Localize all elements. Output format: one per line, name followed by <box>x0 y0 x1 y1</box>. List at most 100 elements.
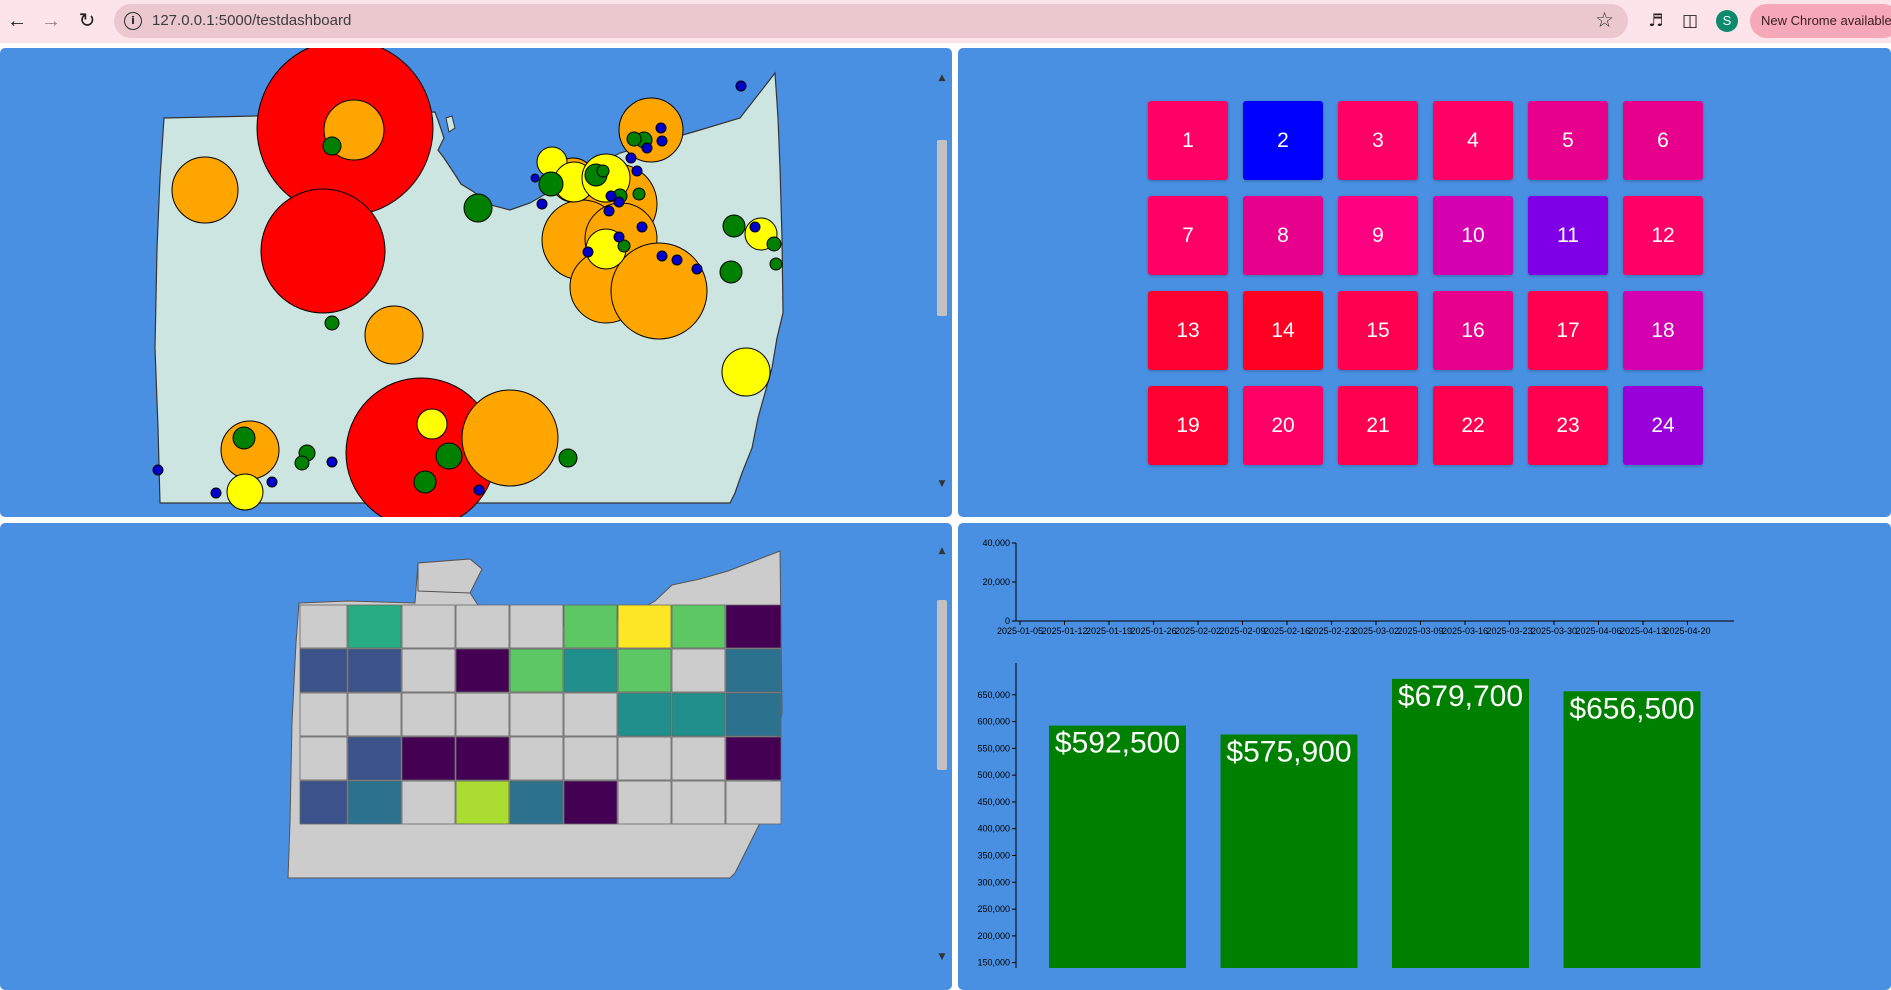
county-shape[interactable] <box>725 736 782 781</box>
address-bar[interactable]: i 127.0.0.1:5000/testdashboard ☆ <box>114 4 1628 38</box>
bubble-marker[interactable] <box>769 257 783 271</box>
bubble-marker[interactable] <box>473 484 485 496</box>
tile-19[interactable]: 19 <box>1148 386 1228 465</box>
county-shape[interactable] <box>299 648 348 693</box>
bubble-marker[interactable] <box>749 221 761 233</box>
county-shape[interactable] <box>347 648 402 693</box>
bubble-marker[interactable] <box>603 205 615 217</box>
bubble-marker[interactable] <box>232 426 256 450</box>
tile-4[interactable]: 4 <box>1433 101 1513 180</box>
county-shape[interactable] <box>563 604 618 649</box>
bubble-marker[interactable] <box>655 122 667 134</box>
county-shape[interactable] <box>509 604 564 649</box>
bubble-marker[interactable] <box>416 408 448 440</box>
county-shape[interactable] <box>509 648 564 693</box>
county-shape[interactable] <box>617 780 672 825</box>
bubble-marker[interactable] <box>463 193 493 223</box>
tile-17[interactable]: 17 <box>1528 291 1608 370</box>
county-shape[interactable] <box>671 780 726 825</box>
bar[interactable] <box>1392 678 1529 968</box>
county-shape[interactable] <box>563 648 618 693</box>
county-shape[interactable] <box>509 780 564 825</box>
tile-10[interactable]: 10 <box>1433 196 1513 275</box>
bubble-marker[interactable] <box>413 470 437 494</box>
county-shape[interactable] <box>563 692 618 737</box>
county-shape[interactable] <box>455 692 510 737</box>
county-shape[interactable] <box>671 604 726 649</box>
bubble-marker[interactable] <box>766 236 782 252</box>
bar[interactable] <box>1563 691 1701 968</box>
county-shape[interactable] <box>725 604 782 649</box>
bubble-marker[interactable] <box>558 448 578 468</box>
county-shape[interactable] <box>509 736 564 781</box>
bubble-marker[interactable] <box>719 260 743 284</box>
tile-22[interactable]: 22 <box>1433 386 1513 465</box>
update-chrome-button[interactable]: New Chrome available <box>1750 4 1891 38</box>
avatar[interactable]: S <box>1716 10 1738 32</box>
tile-5[interactable]: 5 <box>1528 101 1608 180</box>
tile-6[interactable]: 6 <box>1623 101 1703 180</box>
county-shape[interactable] <box>725 780 782 825</box>
bubble-marker[interactable] <box>613 231 625 243</box>
side-panel-icon[interactable]: ◫ <box>1678 9 1702 33</box>
scroll-thumb[interactable] <box>937 600 947 770</box>
county-shape[interactable] <box>617 692 672 737</box>
scroll-thumb[interactable] <box>937 140 947 316</box>
url-text[interactable]: 127.0.0.1:5000/testdashboard <box>152 12 351 29</box>
bubble-marker[interactable] <box>461 389 559 487</box>
bubble-marker[interactable] <box>435 442 463 470</box>
choropleth-scrollbar[interactable]: ▲ ▼ <box>935 545 949 965</box>
bubble-marker[interactable] <box>152 464 164 476</box>
county-shape[interactable] <box>509 692 564 737</box>
county-shape[interactable] <box>299 692 348 737</box>
map-scrollbar[interactable]: ▲ ▼ <box>935 72 949 492</box>
tile-1[interactable]: 1 <box>1148 101 1228 180</box>
bubble-marker[interactable] <box>735 80 747 92</box>
county-shape[interactable] <box>563 736 618 781</box>
tile-8[interactable]: 8 <box>1243 196 1323 275</box>
county-shape[interactable] <box>401 648 456 693</box>
county-shape[interactable] <box>725 692 782 737</box>
county-shape[interactable] <box>563 780 618 825</box>
scroll-down-arrow-icon[interactable]: ▼ <box>936 951 948 963</box>
bubble-marker[interactable] <box>656 135 668 147</box>
star-icon[interactable]: ☆ <box>1595 8 1614 32</box>
tile-9[interactable]: 9 <box>1338 196 1418 275</box>
bubble-marker[interactable] <box>636 221 648 233</box>
bubble-marker[interactable] <box>324 315 340 331</box>
county-shape[interactable] <box>401 780 456 825</box>
tile-7[interactable]: 7 <box>1148 196 1228 275</box>
tile-18[interactable]: 18 <box>1623 291 1703 370</box>
county-shape[interactable] <box>299 780 348 825</box>
bubble-marker[interactable] <box>530 173 540 183</box>
scroll-up-arrow-icon[interactable]: ▲ <box>936 545 948 557</box>
county-shape[interactable] <box>401 692 456 737</box>
bubble-marker[interactable] <box>210 487 222 499</box>
bubble-marker[interactable] <box>721 347 771 397</box>
bubble-marker[interactable] <box>722 214 746 238</box>
bubble-marker[interactable] <box>691 263 703 275</box>
county-shape[interactable] <box>617 604 672 649</box>
county-shape[interactable] <box>455 736 510 781</box>
bubble-marker[interactable] <box>260 188 386 314</box>
bubble-marker[interactable] <box>538 171 564 197</box>
bubble-marker[interactable] <box>613 196 625 208</box>
bubble-marker[interactable] <box>596 164 610 178</box>
tile-2[interactable]: 2 <box>1243 101 1323 180</box>
tile-23[interactable]: 23 <box>1528 386 1608 465</box>
bar[interactable] <box>1220 734 1358 968</box>
county-shape[interactable] <box>671 736 726 781</box>
tile-14[interactable]: 14 <box>1243 291 1323 370</box>
bubble-marker[interactable] <box>536 198 548 210</box>
bubble-marker[interactable] <box>364 305 424 365</box>
county-shape[interactable] <box>617 648 672 693</box>
county-shape[interactable] <box>347 604 402 649</box>
county-shape[interactable] <box>299 604 348 649</box>
county-shape[interactable] <box>401 604 456 649</box>
bubble-marker[interactable] <box>632 187 646 201</box>
county-shape[interactable] <box>347 692 402 737</box>
bubble-map[interactable] <box>0 48 935 517</box>
choropleth-map[interactable] <box>0 523 935 990</box>
county-shape[interactable] <box>347 736 402 781</box>
scroll-up-arrow-icon[interactable]: ▲ <box>936 72 948 84</box>
